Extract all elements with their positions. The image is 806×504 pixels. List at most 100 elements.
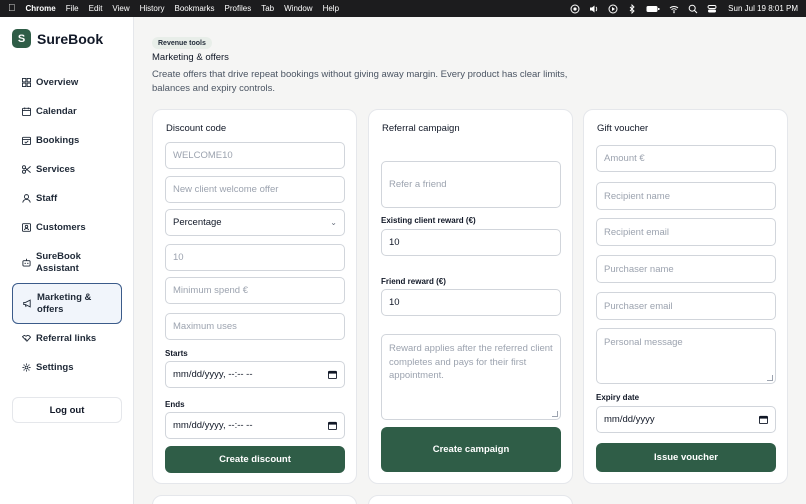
menu-profiles[interactable]: Profiles: [225, 4, 252, 13]
play-icon[interactable]: [608, 4, 618, 14]
wifi-icon[interactable]: [669, 4, 679, 14]
discount-code-input[interactable]: WELCOME10: [165, 142, 345, 169]
discount-card-title: Discount code: [166, 123, 227, 134]
menu-history[interactable]: History: [140, 4, 165, 13]
calendar-icon: [22, 107, 31, 116]
personal-message-placeholder: Personal message: [604, 337, 683, 348]
control-center-icon[interactable]: [707, 4, 717, 14]
sidebar-item-label: Settings: [36, 362, 74, 373]
expiry-date-value: mm/dd/yyyy: [604, 414, 655, 425]
menu-edit[interactable]: Edit: [89, 4, 103, 13]
calendar-icon[interactable]: [759, 415, 768, 424]
discount-amount-input[interactable]: 10: [165, 244, 345, 271]
referral-terms-textarea[interactable]: Reward applies after the referred client…: [381, 334, 561, 420]
megaphone-icon: [23, 299, 32, 308]
sidebar-item-label: Calendar: [36, 106, 77, 117]
brand[interactable]: S SureBook: [12, 29, 103, 48]
brand-name: SureBook: [37, 30, 104, 47]
starts-datetime-input[interactable]: mm/dd/yyyy, --:-- --: [165, 361, 345, 388]
sidebar-item-services[interactable]: Services: [12, 155, 122, 184]
main-content: Revenue tools Marketing & offers Create …: [134, 17, 806, 504]
sidebar-item-overview[interactable]: Overview: [12, 68, 122, 97]
handshake-icon: [22, 334, 31, 343]
maximum-uses-input[interactable]: Maximum uses: [165, 313, 345, 340]
discount-type-select[interactable]: Percentage ⌄: [165, 209, 345, 236]
expiry-date-input[interactable]: mm/dd/yyyy: [596, 406, 776, 433]
sidebar-item-settings[interactable]: Settings: [12, 353, 122, 382]
page-description: Create offers that drive repeat bookings…: [152, 69, 568, 94]
brand-logo: S: [12, 29, 31, 48]
ends-datetime-input[interactable]: mm/dd/yyyy, --:-- --: [165, 412, 345, 439]
recipient-email-input[interactable]: Recipient email: [596, 218, 776, 246]
sidebar-item-referral-links[interactable]: Referral links: [12, 324, 122, 353]
sidebar-item-bookings[interactable]: Bookings: [12, 126, 122, 155]
existing-reward-label: Existing client reward (€): [381, 216, 476, 225]
sidebar-item-label: Staff: [36, 193, 58, 204]
calendar-icon[interactable]: [328, 421, 337, 430]
sidebar-item-calendar[interactable]: Calendar: [12, 97, 122, 126]
gear-icon: [22, 363, 31, 372]
starts-label: Starts: [165, 349, 188, 358]
section-pill: Revenue tools: [152, 37, 212, 49]
referral-card: Referral campaign Refer a friend Existin…: [368, 109, 573, 484]
page-title: Marketing & offers: [152, 52, 229, 63]
sidebar-item-label: SureBook Assistant: [36, 250, 81, 274]
sidebar-item-label: Customers: [36, 222, 86, 233]
minimum-spend-input[interactable]: Minimum spend €: [165, 277, 345, 304]
menu-window[interactable]: Window: [284, 4, 312, 13]
menu-tab[interactable]: Tab: [261, 4, 274, 13]
apple-icon[interactable]: : [8, 3, 16, 14]
search-icon[interactable]: [688, 4, 698, 14]
sidebar-item-label: Referral links: [36, 333, 97, 344]
sidebar-item-label: Services: [36, 164, 76, 175]
personal-message-textarea[interactable]: Personal message: [596, 328, 776, 384]
sidebar-item-staff[interactable]: Staff: [12, 184, 122, 213]
menu-bookmarks[interactable]: Bookmarks: [175, 4, 215, 13]
expiry-date-label: Expiry date: [596, 393, 640, 402]
resize-handle[interactable]: [552, 411, 558, 417]
sidebar-item-customers[interactable]: Customers: [12, 213, 122, 242]
chevron-down-icon: ⌄: [330, 218, 337, 227]
sidebar: S SureBook Overview Calendar Bookings Se…: [0, 17, 134, 504]
sidebar-item-label: Overview: [36, 77, 79, 88]
voucher-amount-input[interactable]: Amount €: [596, 145, 776, 172]
sidebar-nav: Overview Calendar Bookings Services Staf…: [12, 68, 122, 382]
scissors-icon: [22, 165, 31, 174]
ends-label: Ends: [165, 400, 185, 409]
menu-view[interactable]: View: [112, 4, 129, 13]
existing-reward-input[interactable]: 10: [381, 229, 561, 256]
sidebar-item-assistant[interactable]: SureBook Assistant: [12, 242, 122, 283]
purchaser-name-input[interactable]: Purchaser name: [596, 255, 776, 283]
next-card-partial: [368, 495, 573, 504]
bluetooth-icon[interactable]: [627, 3, 637, 14]
id-card-icon: [22, 223, 31, 232]
issue-voucher-button[interactable]: Issue voucher: [596, 443, 776, 472]
calendar-check-icon: [22, 136, 31, 145]
focus-icon[interactable]: [570, 4, 580, 14]
purchaser-email-input[interactable]: Purchaser email: [596, 292, 776, 320]
referral-card-title: Referral campaign: [382, 123, 460, 134]
campaign-name-input[interactable]: Refer a friend: [381, 161, 561, 208]
clock[interactable]: Sun Jul 19 8:01 PM: [728, 4, 798, 13]
create-discount-button[interactable]: Create discount: [165, 446, 345, 473]
menu-help[interactable]: Help: [323, 4, 339, 13]
discount-name-input[interactable]: New client welcome offer: [165, 176, 345, 203]
recipient-name-input[interactable]: Recipient name: [596, 182, 776, 210]
discount-type-value: Percentage: [173, 217, 222, 228]
calendar-icon[interactable]: [328, 370, 337, 379]
voucher-card: Gift voucher Amount € Recipient name Rec…: [583, 109, 788, 484]
sidebar-item-marketing[interactable]: Marketing & offers: [12, 283, 122, 324]
voucher-card-title: Gift voucher: [597, 123, 649, 134]
volume-icon[interactable]: [589, 4, 599, 14]
logout-button[interactable]: Log out: [12, 397, 122, 423]
resize-handle[interactable]: [767, 375, 773, 381]
sidebar-item-label: Marketing & offers: [37, 291, 92, 315]
menu-app[interactable]: Chrome: [26, 4, 56, 13]
menubar:  Chrome File Edit View History Bookmark…: [0, 0, 806, 17]
user-icon: [22, 194, 31, 203]
battery-icon[interactable]: [646, 4, 660, 14]
menu-file[interactable]: File: [66, 4, 79, 13]
friend-reward-input[interactable]: 10: [381, 289, 561, 316]
create-campaign-button[interactable]: Create campaign: [381, 427, 561, 472]
ends-value: mm/dd/yyyy, --:-- --: [173, 420, 253, 431]
